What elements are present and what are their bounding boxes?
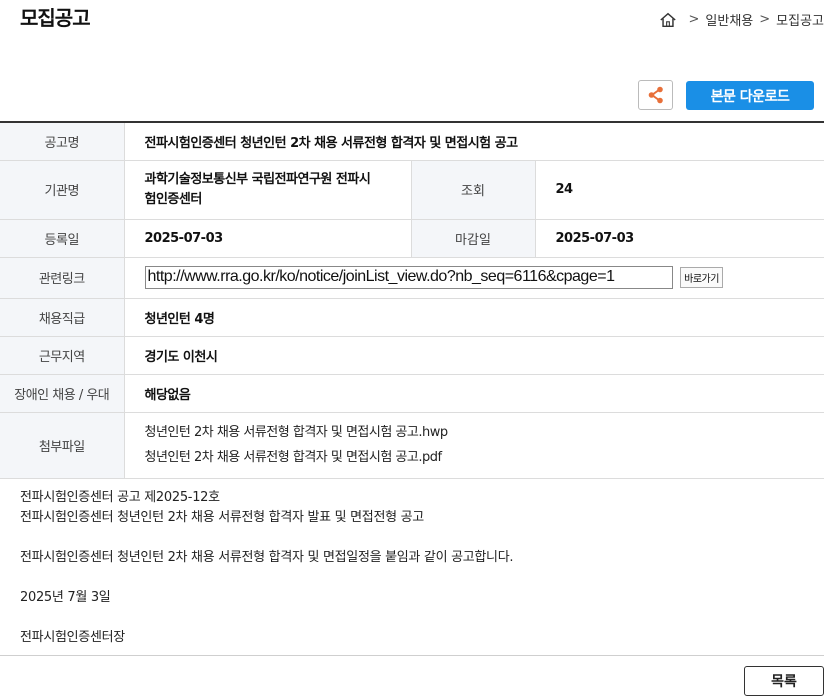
- attachments-label: 첨부파일: [0, 412, 125, 479]
- table-row: 기관명 과학기술정보통신부 국립전파연구원 전파시 험인증센터 조회 24: [0, 160, 824, 220]
- breadcrumb-separator: >: [688, 12, 700, 27]
- reg-date-value: 2025-07-03: [124, 219, 411, 258]
- notice-body: 전파시험인증센터 공고 제2025-12호 전파시험인증센터 청년인턴 2차 채…: [20, 488, 514, 648]
- deadline-label: 마감일: [410, 219, 536, 258]
- breadcrumb: > 일반채용 > 모집공고: [659, 10, 824, 29]
- table-row: 첨부파일 청년인턴 2차 채용 서류전형 합격자 및 면접시험 공고.hwp 청…: [0, 412, 824, 479]
- attachment-hwp-link[interactable]: 청년인턴 2차 채용 서류전형 합격자 및 면접시험 공고.hwp: [145, 420, 824, 445]
- table-row: 관련링크 http://www.rra.go.kr/ko/notice/join…: [0, 257, 824, 299]
- link-cell: http://www.rra.go.kr/ko/notice/joinList_…: [124, 257, 824, 299]
- deadline-value: 2025-07-03: [535, 219, 824, 258]
- home-icon[interactable]: [659, 11, 677, 29]
- title-label: 공고명: [0, 122, 125, 161]
- body-line: 전파시험인증센터 공고 제2025-12호: [20, 490, 220, 505]
- breadcrumb-item-general-hiring[interactable]: 일반채용: [705, 10, 753, 29]
- list-button[interactable]: 목록: [744, 666, 824, 696]
- disability-label: 장애인 채용 / 우대: [0, 374, 125, 413]
- divider: [0, 655, 824, 656]
- notice-info-table: 공고명 전파시험인증센터 청년인턴 2차 채용 서류전형 합격자 및 면접시험 …: [0, 121, 824, 479]
- table-row: 근무지역 경기도 이천시: [0, 336, 824, 375]
- location-label: 근무지역: [0, 336, 125, 375]
- org-label: 기관명: [0, 160, 125, 220]
- body-line: 전파시험인증센터 청년인턴 2차 채용 서류전형 합격자 발표 및 면접전형 공…: [20, 510, 424, 525]
- org-value: 과학기술정보통신부 국립전파연구원 전파시 험인증센터: [124, 160, 411, 220]
- org-value-line1: 과학기술정보통신부 국립전파연구원 전파시: [144, 171, 371, 187]
- share-icon: [648, 86, 663, 104]
- table-row: 공고명 전파시험인증센터 청년인턴 2차 채용 서류전형 합격자 및 면접시험 …: [0, 122, 824, 161]
- download-button[interactable]: 본문 다운로드: [686, 81, 814, 110]
- breadcrumb-separator: >: [759, 12, 771, 27]
- notice-title: 전파시험인증센터 청년인턴 2차 채용 서류전형 합격자 및 면접시험 공고: [124, 122, 824, 161]
- page-title: 모집공고: [20, 6, 91, 30]
- table-row: 채용직급 청년인턴 4명: [0, 298, 824, 337]
- disability-value: 해당없음: [124, 374, 824, 413]
- views-value: 24: [535, 160, 824, 220]
- body-spacer: [20, 608, 513, 628]
- location-value: 경기도 이천시: [124, 336, 824, 375]
- reg-date-label: 등록일: [0, 219, 125, 258]
- position-value: 청년인턴 4명: [124, 298, 824, 337]
- position-label: 채용직급: [0, 298, 125, 337]
- attachments-cell: 청년인턴 2차 채용 서류전형 합격자 및 면접시험 공고.hwp 청년인턴 2…: [124, 412, 824, 479]
- body-line: 전파시험인증센터 청년인턴 2차 채용 서류전형 합격자 및 면접일정을 붙임과…: [20, 550, 514, 565]
- related-link-field[interactable]: http://www.rra.go.kr/ko/notice/joinList_…: [144, 266, 673, 289]
- table-row: 장애인 채용 / 우대 해당없음: [0, 374, 824, 413]
- breadcrumb-item-notice[interactable]: 모집공고: [776, 10, 824, 29]
- table-row: 등록일 2025-07-03 마감일 2025-07-03: [0, 219, 824, 258]
- body-spacer: [20, 568, 513, 588]
- views-label: 조회: [410, 160, 536, 220]
- attachment-pdf-link[interactable]: 청년인턴 2차 채용 서류전형 합격자 및 면접시험 공고.pdf: [145, 445, 824, 470]
- share-button[interactable]: [638, 80, 673, 110]
- body-spacer: [20, 528, 513, 548]
- org-value-line2: 험인증센터: [144, 191, 203, 207]
- link-label: 관련링크: [0, 257, 125, 299]
- body-line: 2025년 7월 3일: [20, 590, 111, 605]
- go-link-button[interactable]: 바로가기: [680, 267, 723, 288]
- body-line: 전파시험인증센터장: [20, 630, 125, 645]
